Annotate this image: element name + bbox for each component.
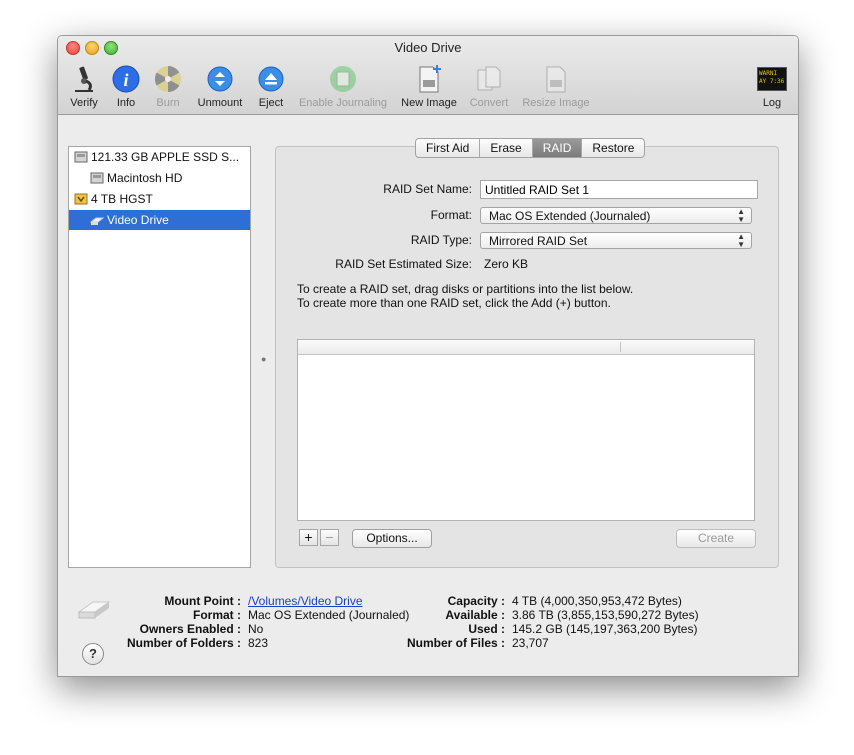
titlebar-toolbar: Video Drive Verify i Info Burn Unmount E… [58,36,798,115]
internal-disk-icon [74,151,88,163]
window-title: Video Drive [394,40,462,55]
raid-size-label: RAID Set Estimated Size: [335,257,472,271]
owners-enabled-label: Owners Enabled : [139,622,241,636]
sidebar-item-label: 121.33 GB APPLE SSD S... [91,150,240,164]
number-of-files-value: 23,707 [512,636,549,650]
svg-text:i: i [123,70,128,90]
external-volume-icon [90,217,104,225]
microscope-icon [75,66,93,92]
format-label: Format: [430,208,472,222]
external-disk-icon [74,193,88,205]
verify-label: Verify [70,97,98,109]
raid-type-label: RAID Type: [410,233,472,247]
split-view-handle[interactable]: ● [261,354,266,364]
drive-icon [77,601,111,619]
raid-list-header [298,340,754,355]
raid-instructions-2: To create more than one RAID set, click … [297,296,611,310]
add-raid-set-button[interactable]: + [299,529,318,546]
available-label: Available : [445,608,505,622]
number-of-files-label: Number of Files : [406,636,505,650]
owners-enabled-value: No [248,622,264,636]
convert-button[interactable]: Convert [466,64,512,110]
format-info-label: Format : [193,608,241,622]
column-divider [620,342,621,352]
format-popup-value: Mac OS Extended (Journaled) [489,209,651,223]
info-icon: i [112,65,140,93]
create-button[interactable]: Create [676,529,756,548]
used-value: 145.2 GB (145,197,363,200 Bytes) [512,622,698,636]
used-label: Used : [468,622,505,636]
resize-image-button[interactable]: Resize Image [518,64,594,110]
disk-utility-window: Video Drive Verify i Info Burn Unmount E… [57,35,799,677]
sidebar-item-label: 4 TB HGST [91,192,153,206]
convert-label: Convert [469,97,509,109]
internal-volume-icon [90,172,104,184]
tab-erase[interactable]: Erase [479,139,531,157]
unmount-label: Unmount [197,97,243,109]
burn-icon [154,65,181,93]
convert-icon [477,66,501,91]
tab-restore[interactable]: Restore [581,139,644,157]
eject-icon [258,66,284,92]
raid-type-popup[interactable]: Mirrored RAID Set ▲ ▼ [480,232,752,249]
number-of-folders-label: Number of Folders : [126,636,241,650]
sidebar-item-macintosh-hd[interactable]: Macintosh HD [69,168,250,188]
raid-size-value: Zero KB [484,257,529,271]
help-button[interactable]: ? [82,643,104,665]
sidebar-item-4tb-hgst[interactable]: 4 TB HGST [69,189,250,209]
log-button[interactable]: WARNI AY 7:36 Log [754,64,790,110]
capacity-label: Capacity : [447,594,505,608]
sidebar-item-apple-ssd[interactable]: 121.33 GB APPLE SSD S... [69,147,250,167]
popup-arrows-icon: ▲ ▼ [737,232,745,249]
capacity-value: 4 TB (4,000,350,953,472 Bytes) [512,594,682,608]
sidebar-item-label: Macintosh HD [107,171,183,185]
tab-first-aid[interactable]: First Aid [416,139,479,157]
options-button[interactable]: Options... [352,529,432,548]
log-icon: WARNI AY 7:36 [757,67,787,91]
raid-set-name-input[interactable] [480,180,758,199]
burn-button[interactable]: Burn [150,64,186,110]
info-button[interactable]: i Info [108,64,144,110]
verify-button[interactable]: Verify [64,64,104,110]
mount-point-label: Mount Point : [164,594,241,608]
number-of-folders-value: 823 [248,636,269,650]
new-image-button[interactable]: New Image [396,64,462,110]
enable-journaling-label: Enable Journaling [298,97,388,109]
available-value: 3.86 TB (3,855,153,590,272 Bytes) [512,608,699,622]
sidebar-item-video-drive[interactable]: Video Drive [69,210,250,230]
journal-icon [330,66,356,92]
eject-label: Eject [258,97,284,109]
unmount-icon [207,66,233,92]
sidebar-item-label: Video Drive [107,213,169,227]
eject-button[interactable]: Eject [253,64,289,110]
mount-point-value[interactable]: /Volumes/Video Drive [248,594,363,608]
tab-raid[interactable]: RAID [531,139,582,157]
log-label: Log [762,97,782,109]
tab-bar: First Aid Erase RAID Restore [415,138,646,158]
device-sidebar[interactable]: 121.33 GB APPLE SSD S... Macintosh HD 4 … [68,146,251,568]
enable-journaling-button[interactable]: Enable Journaling [294,64,392,110]
remove-raid-set-button[interactable]: − [320,529,339,546]
format-info-value: Mac OS Extended (Journaled) [248,608,410,622]
raid-type-popup-value: Mirrored RAID Set [489,234,588,248]
popup-arrows-icon: ▲ ▼ [737,207,745,224]
raid-instructions-1: To create a RAID set, drag disks or part… [297,282,634,296]
new-image-label: New Image [401,97,457,109]
format-popup[interactable]: Mac OS Extended (Journaled) ▲ ▼ [480,207,752,224]
resize-image-label: Resize Image [522,97,590,109]
raid-set-name-label: RAID Set Name: [383,182,472,196]
unmount-button[interactable]: Unmount [192,64,248,110]
new-image-icon [419,65,441,93]
burn-label: Burn [156,97,180,109]
resize-image-icon [546,66,566,93]
info-label: Info [116,97,136,109]
raid-disk-list[interactable] [297,339,755,521]
